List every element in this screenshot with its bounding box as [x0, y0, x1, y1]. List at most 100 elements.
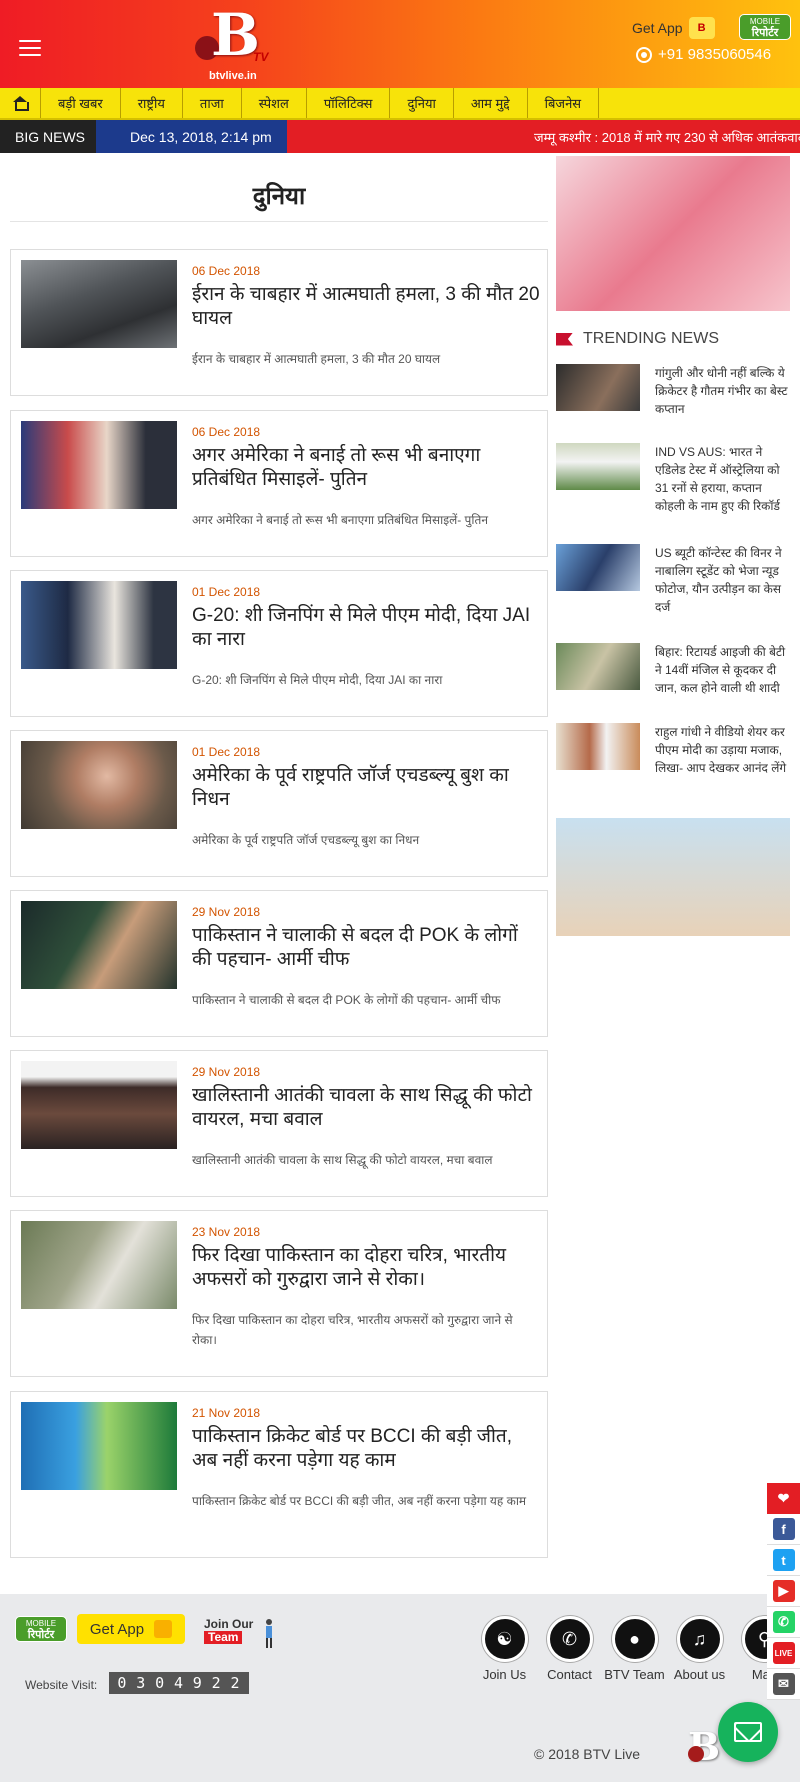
article-thumbnail[interactable]	[21, 901, 177, 989]
article-thumbnail[interactable]	[21, 1061, 177, 1149]
whatsapp-icon[interactable]: ✆	[767, 1607, 800, 1638]
counter-digit: 9	[192, 1674, 203, 1692]
article-card[interactable]: 01 Dec 2018 अमेरिका के पूर्व राष्ट्रपति …	[10, 730, 548, 877]
mobile-reporter-bottom: रिपोर्टर	[751, 27, 779, 39]
app-icon: B	[688, 17, 715, 39]
team-icon: ●	[611, 1616, 658, 1662]
article-card[interactable]: 29 Nov 2018 खालिस्तानी आतंकी चावला के सा…	[10, 1050, 548, 1197]
mobile-reporter-top: MOBILE	[749, 17, 781, 26]
article-desc: ईरान के चाबहार में आत्मघाती हमला, 3 की म…	[192, 352, 441, 366]
trending-thumbnail[interactable]	[556, 443, 640, 490]
article-card[interactable]: 06 Dec 2018 ईरान के चाबहार में आत्मघाती …	[10, 249, 548, 396]
footer-link-about-us[interactable]: ♫ About us	[667, 1616, 732, 1684]
ticker-label: BIG NEWS	[0, 120, 96, 153]
main-nav: बड़ी खबर राष्ट्रीय ताजा स्पेशल पॉलिटिक्स…	[0, 88, 800, 120]
article-date: 29 Nov 2018	[192, 1065, 261, 1079]
breaking-ticker: BIG NEWS Dec 13, 2018, 2:14 pm जम्मू कश्…	[0, 120, 800, 153]
article-thumbnail[interactable]	[21, 1221, 177, 1309]
trending-item[interactable]: बिहार: रिटायर्ड आइजी की बेटी ने 14वीं मं…	[556, 643, 790, 697]
trending-item[interactable]: IND VS AUS: भारत ने एडिलेड टेस्ट में ऑस्…	[556, 443, 790, 515]
twitter-icon[interactable]: t	[767, 1545, 800, 1576]
article-desc: पाकिस्तान ने चालाकी से बदल दी POK के लोग…	[192, 993, 501, 1007]
trending-thumbnail[interactable]	[556, 364, 640, 411]
join-team-link[interactable]: Join Our Team	[204, 1618, 272, 1648]
footer-get-app-button[interactable]: Get App	[77, 1614, 185, 1644]
nav-item-politics[interactable]: पॉलिटिक्स	[307, 88, 391, 118]
footer-link-label: Contact	[547, 1667, 592, 1682]
article-desc: अगर अमेरिका ने बनाई तो रूस भी बनाएगा प्र…	[192, 513, 488, 527]
article-title[interactable]: खालिस्तानी आतंकी चावला के साथ सिद्धू की …	[192, 1084, 540, 1132]
counter-digit: 3	[136, 1674, 147, 1692]
article-title[interactable]: पाकिस्तान ने चालाकी से बदल दी POK के लोग…	[192, 924, 540, 972]
logo-url: btvlive.in	[209, 70, 257, 82]
trending-item[interactable]: गांगुली और धोनी नहीं बल्कि ये क्रिकेटर ह…	[556, 364, 790, 418]
featured-image[interactable]	[556, 156, 790, 311]
trending-thumbnail[interactable]	[556, 723, 640, 770]
article-thumbnail[interactable]	[21, 1402, 177, 1490]
hamburger-menu-icon[interactable]	[19, 40, 41, 56]
chat-button[interactable]	[718, 1702, 778, 1762]
nav-item-taja[interactable]: ताजा	[183, 88, 242, 118]
nav-item-rashtriya[interactable]: राष्ट्रीय	[121, 88, 183, 118]
mobile-reporter-badge[interactable]: MOBILE रिपोर्टर	[739, 14, 791, 40]
live-icon[interactable]: LIVE	[767, 1638, 800, 1669]
article-card[interactable]: 21 Nov 2018 पाकिस्तान क्रिकेट बोर्ड पर B…	[10, 1391, 548, 1558]
visit-counter: 0 3 0 4 9 2 2	[109, 1672, 249, 1694]
facebook-icon[interactable]: f	[767, 1514, 800, 1545]
article-thumbnail[interactable]	[21, 581, 177, 669]
article-title[interactable]: अमेरिका के पूर्व राष्ट्रपति जॉर्ज एचडब्ल…	[192, 764, 540, 812]
advertisement-image[interactable]	[556, 818, 790, 936]
person-icon	[266, 1619, 272, 1648]
nav-item-business[interactable]: बिजनेस	[528, 88, 600, 118]
trending-title: TRENDING NEWS	[583, 330, 719, 347]
nav-item-badi-khabar[interactable]: बड़ी खबर	[41, 88, 121, 118]
article-title[interactable]: अगर अमेरिका ने बनाई तो रूस भी बनाएगा प्र…	[192, 444, 540, 492]
footer-link-join-us[interactable]: ☯ Join Us	[472, 1616, 537, 1684]
handshake-icon: ☯	[481, 1616, 528, 1662]
phone-link[interactable]: +91 9835060546	[636, 46, 771, 63]
article-card[interactable]: 29 Nov 2018 पाकिस्तान ने चालाकी से बदल द…	[10, 890, 548, 1037]
site-logo[interactable]: B TV btvlive.in	[193, 6, 277, 82]
counter-digit: 0	[155, 1674, 166, 1692]
article-thumbnail[interactable]	[21, 421, 177, 509]
footer-link-contact[interactable]: ✆ Contact	[537, 1616, 602, 1684]
article-thumbnail[interactable]	[21, 741, 177, 829]
nav-item-aam-mudde[interactable]: आम मुद्दे	[454, 88, 528, 118]
flag-icon	[556, 332, 573, 346]
home-icon	[12, 96, 29, 111]
article-card[interactable]: 23 Nov 2018 फिर दिखा पाकिस्तान का दोहरा …	[10, 1210, 548, 1377]
counter-digit: 0	[117, 1674, 128, 1692]
article-title[interactable]: फिर दिखा पाकिस्तान का दोहरा चरित्र, भारत…	[192, 1244, 540, 1292]
youtube-icon[interactable]: ▶	[767, 1576, 800, 1607]
trending-item[interactable]: US ब्यूटी कॉन्टेस्ट की विनर ने नाबालिग स…	[556, 544, 790, 616]
footer-mobile-reporter-bottom: रिपोर्टर	[27, 1629, 55, 1641]
nav-home[interactable]	[0, 88, 41, 118]
footer-link-label: About us	[673, 1667, 726, 1682]
copyright: © 2018 BTV Live	[534, 1746, 641, 1762]
footer-link-label: BTV Team	[604, 1667, 665, 1682]
article-card[interactable]: 01 Dec 2018 G-20: शी जिनपिंग से मिले पीए…	[10, 570, 548, 717]
article-title[interactable]: G-20: शी जिनपिंग से मिले पीएम मोदी, दिया…	[192, 604, 540, 652]
trending-thumbnail[interactable]	[556, 544, 640, 591]
heart-icon[interactable]: ❤	[767, 1483, 800, 1514]
footer-mobile-reporter[interactable]: MOBILE रिपोर्टर	[15, 1616, 67, 1642]
get-app-link[interactable]: Get App B	[632, 17, 715, 39]
trending-thumbnail[interactable]	[556, 643, 640, 690]
ticker-headline[interactable]: जम्मू कश्मीर : 2018 में मारे गए 230 से अ…	[287, 128, 800, 146]
article-card[interactable]: 06 Dec 2018 अगर अमेरिका ने बनाई तो रूस भ…	[10, 410, 548, 557]
whatsapp-icon	[636, 46, 652, 63]
trending-item[interactable]: राहुल गांधी ने वीडियो शेयर कर पीएम मोदी …	[556, 723, 790, 777]
footer-link-label: Join Us	[482, 1667, 527, 1682]
app-icon	[154, 1620, 173, 1638]
footer-link-btv-team[interactable]: ● BTV Team	[602, 1616, 667, 1684]
article-thumbnail[interactable]	[21, 260, 177, 348]
footer-quick-links: ☯ Join Us ✆ Contact ● BTV Team ♫ About u…	[472, 1616, 797, 1684]
counter-digit: 2	[211, 1674, 222, 1692]
mail-icon[interactable]: ✉	[767, 1669, 800, 1700]
nav-item-duniya[interactable]: दुनिया	[390, 88, 454, 118]
site-header: B TV btvlive.in Get App B MOBILE रिपोर्ट…	[0, 0, 800, 88]
article-title[interactable]: पाकिस्तान क्रिकेट बोर्ड पर BCCI की बड़ी …	[192, 1425, 540, 1473]
nav-item-special[interactable]: स्पेशल	[242, 88, 307, 118]
article-date: 01 Dec 2018	[192, 585, 261, 599]
article-title[interactable]: ईरान के चाबहार में आत्मघाती हमला, 3 की म…	[192, 283, 540, 331]
